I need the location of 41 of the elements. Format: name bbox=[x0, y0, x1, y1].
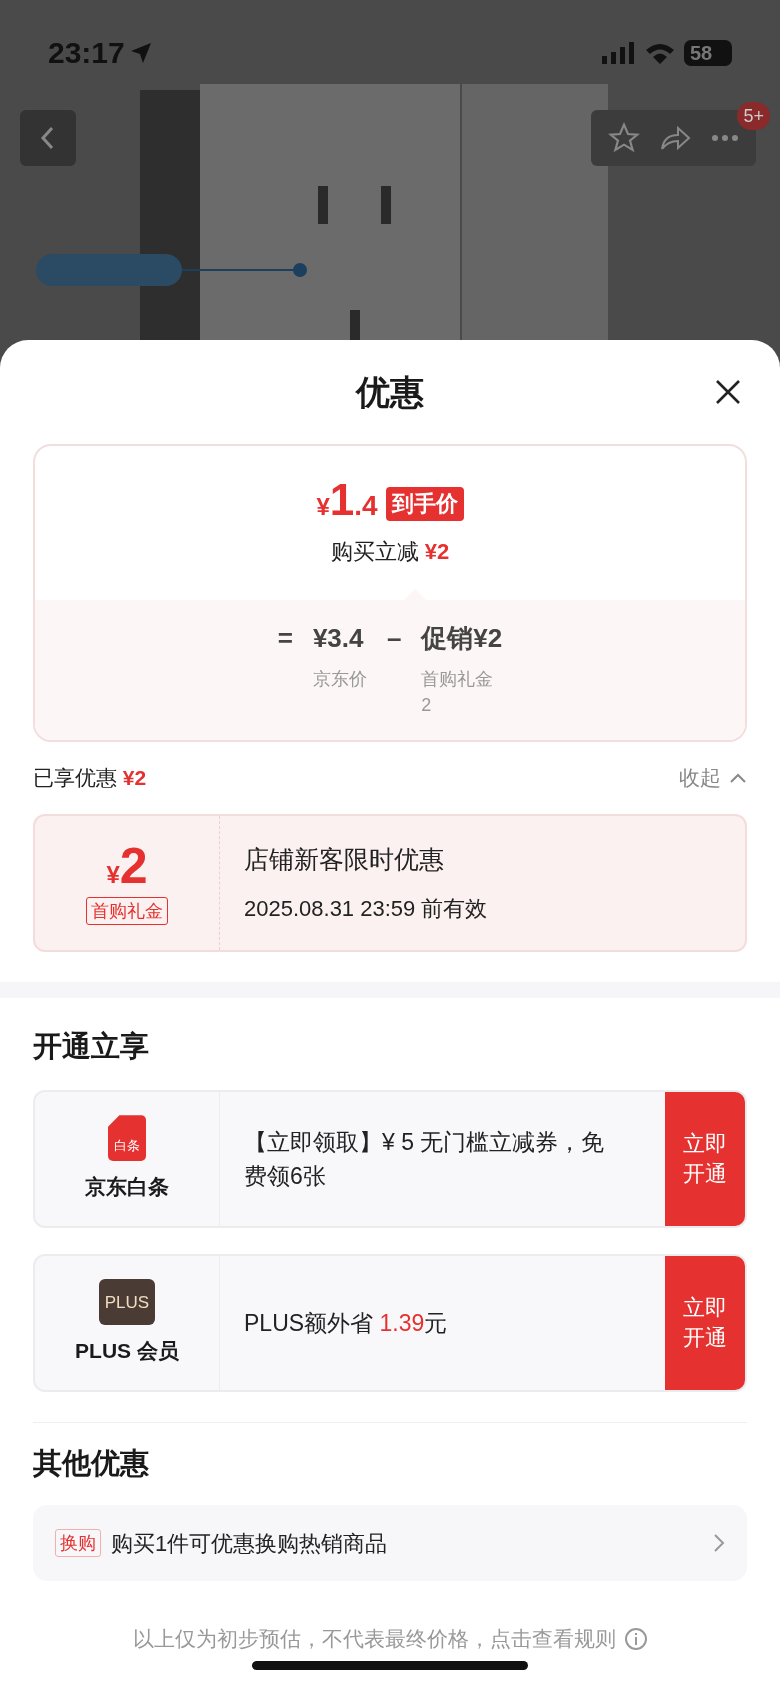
promo-amount: 促销¥2 bbox=[421, 622, 503, 655]
final-price: ¥1.4 bbox=[316, 478, 378, 526]
disclaimer-link[interactable]: 以上仅为初步预估，不代表最终价格，点击查看规则 bbox=[132, 1623, 616, 1655]
clock: 23:17 bbox=[48, 35, 125, 71]
base-price-label: 京东价 bbox=[312, 668, 367, 691]
minus-sign: – bbox=[386, 622, 402, 655]
section-heading: 其他优惠 bbox=[33, 1446, 150, 1482]
base-price: ¥3.4 bbox=[312, 622, 364, 655]
offer-description: 【立即领取】¥ 5 无门槛立减券，免费领6张 bbox=[244, 1128, 606, 1191]
membership-icon: PLUS bbox=[99, 1279, 155, 1326]
coupon-tag: 首购礼金 bbox=[86, 897, 168, 925]
equals-sign: = bbox=[277, 622, 293, 655]
chevron-right-icon bbox=[713, 1533, 725, 1553]
chevron-icon bbox=[729, 772, 747, 784]
more-icon[interactable] bbox=[710, 134, 739, 142]
offer-name: 京东白条 bbox=[85, 1174, 169, 1201]
star-icon[interactable] bbox=[608, 122, 641, 154]
sheet-title: 优惠 bbox=[356, 371, 424, 413]
offer-name: PLUS 会员 bbox=[75, 1338, 179, 1365]
applied-discount: 已享优惠 ¥2 bbox=[33, 765, 147, 792]
app-icon: 白条 bbox=[108, 1115, 146, 1162]
exchange-offer-text: 购买1件可优惠换购热销商品 bbox=[111, 1529, 389, 1558]
reduction-text: 购买立减 ¥2 bbox=[330, 538, 450, 566]
price-tag: 到手价 bbox=[385, 487, 464, 521]
collapse-toggle[interactable]: 收起 bbox=[679, 762, 747, 794]
activate-button[interactable]: 立即开通 bbox=[665, 1092, 745, 1226]
back-button[interactable] bbox=[20, 110, 76, 166]
signal-icon bbox=[602, 41, 636, 64]
share-icon[interactable] bbox=[658, 123, 693, 153]
activate-button[interactable]: 立即开通 bbox=[665, 1256, 745, 1390]
close-icon bbox=[715, 379, 741, 405]
section-heading: 开通立享 bbox=[33, 1029, 150, 1065]
offer-description: PLUS额外省 1.39元 bbox=[244, 1309, 449, 1338]
coupon-validity: 2025.08.31 23:59 前有效 bbox=[244, 895, 488, 924]
battery-icon: 58 bbox=[684, 39, 732, 66]
coupon-amount: ¥2 bbox=[106, 841, 148, 893]
exchange-tag: 换购 bbox=[55, 1529, 101, 1557]
promo-label: 首购礼金2 bbox=[421, 668, 495, 717]
exchange-offer-row[interactable]: 换购 购买1件可优惠换购热销商品 bbox=[33, 1505, 747, 1581]
coupon-title: 店铺新客限时优惠 bbox=[244, 843, 445, 875]
info-icon bbox=[623, 1626, 648, 1651]
